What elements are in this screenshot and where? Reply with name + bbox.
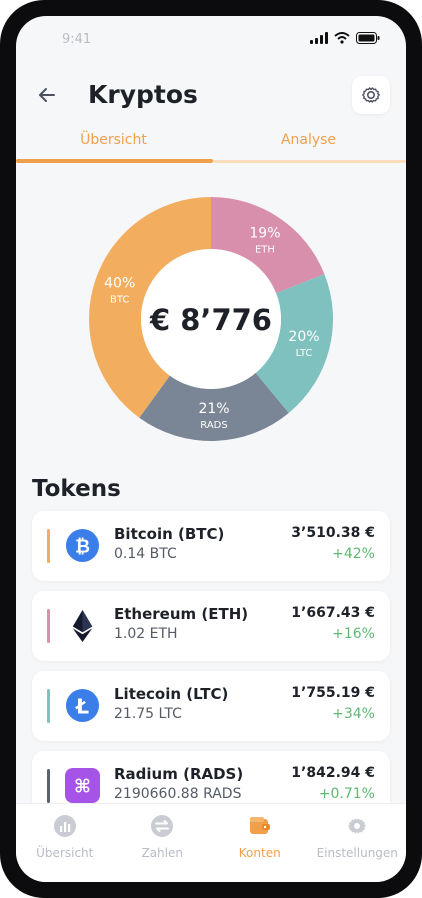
- portfolio-donut-chart: 19% ETH 20% LTC 21% RADS 40% BTC € 8’776: [89, 197, 333, 441]
- token-card-ltc[interactable]: Ł Litecoin (LTC) 21.75 LTC 1’755.19 € +3…: [32, 671, 390, 741]
- slice-name-label: ETH: [255, 245, 275, 256]
- svg-text:Ł: Ł: [75, 694, 89, 718]
- settings-button[interactable]: [352, 76, 390, 114]
- portfolio-total: € 8’776: [149, 303, 272, 337]
- arrow-left-icon[interactable]: [36, 84, 58, 106]
- token-value: 1’667.43 €: [291, 605, 375, 621]
- token-name: Radium (RADS): [114, 765, 244, 783]
- slice-percent-label: 21%: [198, 401, 229, 417]
- token-change: +0.71%: [318, 786, 375, 802]
- token-amount: 0.14 BTC: [114, 546, 177, 562]
- token-amount: 2190660.88 RADS: [114, 786, 242, 802]
- token-card-eth[interactable]: Ethereum (ETH) 1.02 ETH 1’667.43 € +16%: [32, 591, 390, 661]
- screen: 9:41 Kryptos Übersicht Analyse 19% ETH 2…: [16, 16, 406, 882]
- radium-icon: ⌘: [65, 768, 100, 803]
- token-name: Ethereum (ETH): [114, 605, 249, 623]
- status-icons: [310, 32, 380, 44]
- nav-item-zahlen[interactable]: Zahlen: [114, 814, 212, 860]
- header: Kryptos: [16, 74, 406, 118]
- wifi-icon: [334, 32, 350, 44]
- tab-bar: Übersicht Analyse: [16, 132, 406, 164]
- phone-frame: 9:41 Kryptos Übersicht Analyse 19% ETH 2…: [0, 0, 422, 898]
- slice-name-label: BTC: [110, 294, 129, 305]
- gear-icon: [348, 818, 367, 834]
- litecoin-icon: Ł: [65, 688, 100, 723]
- svg-text:⌘: ⌘: [74, 776, 91, 797]
- token-amount: 1.02 ETH: [114, 626, 178, 642]
- status-time: 9:41: [62, 32, 92, 47]
- chart-icon: [53, 815, 76, 837]
- tokens-heading: Tokens: [32, 476, 121, 502]
- tab-indicator-active: [16, 159, 213, 163]
- page-title: Kryptos: [88, 80, 198, 109]
- status-bar: 9:41: [16, 16, 406, 60]
- token-name: Litecoin (LTC): [114, 685, 229, 703]
- battery-icon: [356, 32, 380, 44]
- tab-indicator-inactive: [213, 160, 406, 163]
- signal-icon: [310, 32, 328, 44]
- slice-name-label: RADS: [200, 420, 227, 431]
- token-change: +34%: [332, 706, 375, 722]
- tab-uebersicht[interactable]: Übersicht: [16, 132, 211, 148]
- token-name: Bitcoin (BTC): [114, 525, 225, 543]
- slice-percent-label: 19%: [249, 226, 280, 242]
- ethereum-icon: [72, 609, 93, 643]
- slice-percent-label: 20%: [288, 329, 319, 345]
- nav-label: Konten: [238, 846, 281, 860]
- token-change: +16%: [332, 626, 375, 642]
- slice-name-label: LTC: [296, 348, 313, 359]
- slice-percent-label: 40%: [104, 275, 135, 291]
- tab-analyse[interactable]: Analyse: [211, 132, 406, 148]
- nav-label: Übersicht: [36, 846, 94, 860]
- nav-item-konten[interactable]: Konten: [211, 814, 309, 860]
- token-value: 3’510.38 €: [291, 525, 375, 541]
- token-value: 1’842.94 €: [291, 765, 375, 781]
- token-color-bar: [47, 609, 50, 643]
- svg-text:₿: ₿: [75, 536, 90, 557]
- bitcoin-icon: ₿: [65, 528, 100, 563]
- nav-label: Einstellungen: [316, 846, 398, 860]
- nav-label: Zahlen: [141, 846, 183, 860]
- wallet-icon: [249, 817, 270, 834]
- token-value: 1’755.19 €: [291, 685, 375, 701]
- token-change: +42%: [332, 546, 375, 562]
- nav-item-einstellungen[interactable]: Einstellungen: [309, 814, 407, 860]
- transfer-icon: [151, 815, 174, 837]
- token-amount: 21.75 LTC: [114, 706, 182, 722]
- token-color-bar: [47, 689, 50, 723]
- bottom-navigation: Übersicht Zahlen Konten Einstellungen: [16, 803, 406, 882]
- token-color-bar: [47, 769, 50, 803]
- token-card-btc[interactable]: ₿ Bitcoin (BTC) 0.14 BTC 3’510.38 € +42%: [32, 511, 390, 581]
- token-color-bar: [47, 529, 50, 563]
- nav-item-uebersicht[interactable]: Übersicht: [16, 814, 114, 860]
- gear-icon: [362, 87, 380, 103]
